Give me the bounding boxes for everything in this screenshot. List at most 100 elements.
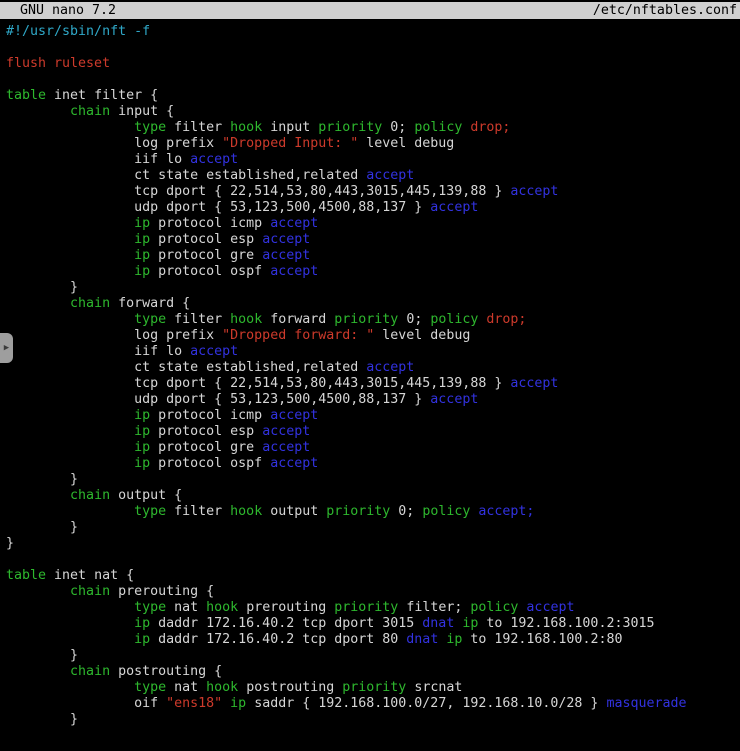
code-token: ip — [230, 696, 246, 711]
code-line: ip protocol ospf accept — [6, 264, 740, 280]
code-token: type — [134, 312, 166, 327]
code-token — [222, 696, 230, 711]
code-line: tcp dport { 22,514,53,80,443,3015,445,13… — [6, 184, 740, 200]
code-token: protocol gre — [150, 248, 262, 263]
code-token: log prefix — [6, 136, 222, 151]
code-token: 0; — [382, 120, 414, 135]
code-line: ip protocol icmp accept — [6, 216, 740, 232]
code-token — [6, 424, 134, 439]
code-line: ip daddr 172.16.40.2 tcp dport 3015 dnat… — [6, 616, 740, 632]
code-token: udp dport { 53,123,500,4500,88,137 } — [6, 200, 430, 215]
code-line — [6, 40, 740, 56]
code-line: chain prerouting { — [6, 584, 740, 600]
code-token: accept; — [470, 504, 534, 519]
code-token: ip — [134, 632, 150, 647]
code-token: "Dropped forward: " — [222, 328, 374, 343]
code-token: dnat — [406, 632, 438, 647]
code-token: accept — [190, 344, 238, 359]
code-token: hook — [230, 120, 262, 135]
code-line: ip protocol gre accept — [6, 248, 740, 264]
editor-area[interactable]: #!/usr/sbin/nft -f flush ruleset table i… — [0, 19, 740, 728]
code-line — [6, 552, 740, 568]
code-token: tcp dport { 22,514,53,80,443,3015,445,13… — [6, 184, 510, 199]
code-token: level debug — [374, 328, 470, 343]
code-line: } — [6, 280, 740, 296]
code-token: ip — [134, 248, 150, 263]
code-token: policy — [430, 312, 478, 327]
code-token: policy — [470, 600, 518, 615]
code-line: oif "ens18" ip saddr { 192.168.100.0/27,… — [6, 696, 740, 712]
code-token: filter — [166, 504, 230, 519]
code-token — [6, 664, 70, 679]
code-token: output { — [110, 488, 182, 503]
code-token: priority — [334, 312, 398, 327]
code-token: ip — [134, 440, 150, 455]
code-token: forward { — [110, 296, 190, 311]
code-line: ct state established,related accept — [6, 360, 740, 376]
code-token: hook — [206, 680, 238, 695]
code-token — [6, 488, 70, 503]
code-token: filter; — [398, 600, 470, 615]
code-token: to 192.168.100.2:3015 — [478, 616, 654, 631]
code-token — [6, 104, 70, 119]
code-token: srcnat — [406, 680, 462, 695]
code-token — [6, 440, 134, 455]
code-token: accept — [262, 424, 310, 439]
code-token — [6, 216, 134, 231]
code-token: masquerade — [606, 696, 686, 711]
code-token: prerouting — [238, 600, 334, 615]
code-token: chain — [70, 584, 110, 599]
novnc-control-bar-handle[interactable]: ▶ — [0, 333, 13, 363]
code-line: ip protocol icmp accept — [6, 408, 740, 424]
code-token — [6, 600, 134, 615]
code-line: iif lo accept — [6, 344, 740, 360]
code-token: accept — [510, 184, 558, 199]
code-token: accept — [270, 216, 318, 231]
code-token: protocol gre — [150, 440, 262, 455]
code-line: log prefix "Dropped forward: " level deb… — [6, 328, 740, 344]
code-token: ip — [462, 616, 478, 631]
code-line: chain input { — [6, 104, 740, 120]
code-token: ip — [134, 424, 150, 439]
code-token: "ens18" — [166, 696, 222, 711]
code-line: table inet nat { — [6, 568, 740, 584]
code-token: protocol esp — [150, 424, 262, 439]
code-line: } — [6, 648, 740, 664]
code-token: accept — [510, 376, 558, 391]
code-token: "Dropped Input: " — [222, 136, 358, 151]
code-token: udp dport { 53,123,500,4500,88,137 } — [6, 392, 430, 407]
code-token: accept — [262, 232, 310, 247]
code-token: type — [134, 680, 166, 695]
code-token — [6, 680, 134, 695]
code-token: #!/usr/sbin/nft -f — [6, 24, 150, 39]
code-token: filter — [166, 312, 230, 327]
code-token: chain — [70, 664, 110, 679]
code-token: ip — [134, 216, 150, 231]
code-token: accept — [262, 248, 310, 263]
code-token — [6, 296, 70, 311]
code-token: log prefix — [6, 328, 222, 343]
code-token: type — [134, 504, 166, 519]
code-token: oif — [6, 696, 166, 711]
code-token: chain — [70, 488, 110, 503]
code-token: } — [6, 520, 78, 535]
code-token: type — [134, 120, 166, 135]
code-token: accept — [430, 200, 478, 215]
code-line: iif lo accept — [6, 152, 740, 168]
code-token: accept — [270, 408, 318, 423]
code-token: } — [6, 648, 78, 663]
code-token: accept — [270, 264, 318, 279]
code-token: drop; — [462, 120, 510, 135]
code-token: accept — [366, 168, 414, 183]
code-line: ip protocol ospf accept — [6, 456, 740, 472]
code-token: input { — [110, 104, 174, 119]
code-token — [6, 632, 134, 647]
code-token: iif lo — [6, 152, 190, 167]
file-path-label: /etc/nftables.conf — [593, 3, 737, 19]
code-token: inet nat { — [46, 568, 134, 583]
nano-titlebar: GNU nano 7.2 /etc/nftables.conf — [0, 2, 740, 19]
code-line: type nat hook postrouting priority srcna… — [6, 680, 740, 696]
code-token: nat — [166, 600, 206, 615]
code-token — [6, 408, 134, 423]
code-line: type filter hook input priority 0; polic… — [6, 120, 740, 136]
